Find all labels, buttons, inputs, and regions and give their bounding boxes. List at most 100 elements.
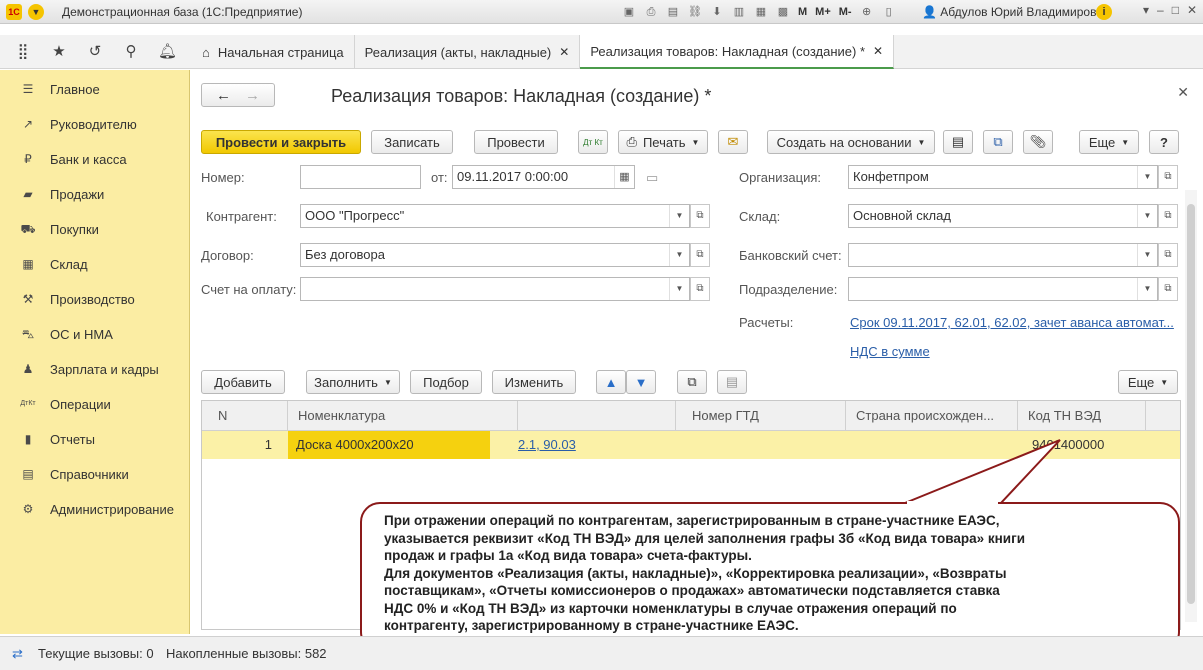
open-division-icon[interactable]: ⧉ — [1158, 277, 1178, 301]
tab-sales-document[interactable]: Реализация товаров: Накладная (создание)… — [580, 35, 895, 69]
history-icon[interactable]: ↺ — [86, 43, 104, 61]
scrollbar-thumb[interactable] — [1187, 204, 1195, 604]
number-field[interactable] — [300, 165, 421, 189]
contractor-field[interactable]: ООО "Прогресс" ▼ — [300, 204, 690, 228]
grid-more-button[interactable]: Еще ▼ — [1118, 370, 1178, 394]
form-scrollbar[interactable] — [1185, 190, 1197, 622]
column-header-country[interactable]: Страна происхожден... — [846, 401, 1018, 431]
current-user[interactable]: 👤 Абдулов Юрий Владимирович — [922, 5, 1109, 19]
link-icon[interactable]: ⛓ — [686, 3, 704, 21]
memory-plus-button[interactable]: M+ — [813, 3, 833, 21]
column-header-n[interactable]: N — [202, 401, 288, 431]
open-invoice-icon[interactable]: ⧉ — [690, 277, 710, 301]
sidebar-item-purchases[interactable]: ⛟ Покупки — [0, 217, 190, 241]
sidebar-item-bank[interactable]: ₽ Банк и касса — [0, 147, 190, 171]
search-icon[interactable]: ⚲ — [122, 43, 140, 61]
back-arrow-icon[interactable]: ← — [216, 87, 231, 104]
pick-button[interactable]: Подбор — [410, 370, 482, 394]
forward-arrow-icon[interactable]: → — [245, 87, 260, 104]
column-header-gtd[interactable]: Номер ГТД — [676, 401, 846, 431]
move-up-icon[interactable]: ▲ — [596, 370, 626, 394]
chevron-down-icon[interactable]: ▼ — [669, 244, 689, 266]
tab-sales-list[interactable]: Реализация (акты, накладные) ✕ — [355, 35, 581, 69]
column-header-tnved[interactable]: Код ТН ВЭД — [1018, 401, 1146, 431]
maximize-icon[interactable]: □ — [1172, 3, 1179, 17]
chevron-down-icon[interactable]: ▼ — [1137, 205, 1157, 227]
sidebar-item-operations[interactable]: ДтКт Операции — [0, 392, 190, 416]
chevron-down-icon[interactable]: ▼ — [1137, 244, 1157, 266]
dt-kt-icon[interactable]: Дт Кт — [578, 130, 608, 154]
save-icon[interactable]: ▣ — [620, 3, 638, 21]
save-button[interactable]: Записать — [371, 130, 453, 154]
attachment-icon[interactable]: 📎︎ — [1023, 130, 1053, 154]
open-contract-icon[interactable]: ⧉ — [690, 243, 710, 267]
panel-icon[interactable]: ▯ — [880, 3, 898, 21]
create-based-on-button[interactable]: Создать на основании ▼ — [767, 130, 935, 154]
sidebar-item-warehouse[interactable]: ▦ Склад — [0, 252, 190, 276]
apps-grid-icon[interactable]: ⣿ — [14, 43, 32, 61]
tab-home[interactable]: ⌂ Начальная страница — [192, 35, 355, 69]
sidebar-item-main[interactable]: ☰ Главное — [0, 77, 190, 101]
organization-field[interactable]: Конфетпром ▼ — [848, 165, 1158, 189]
close-tab-icon[interactable]: ✕ — [873, 44, 883, 58]
favorites-star-icon[interactable]: ★ — [50, 43, 68, 61]
division-field[interactable]: ▼ — [848, 277, 1158, 301]
table-row[interactable]: 1 Доска 4000х200х20 2.1, 90.03 940140000… — [202, 431, 1180, 459]
sidebar-item-admin[interactable]: ⚙ Администрирование — [0, 497, 190, 521]
chevron-down-icon[interactable]: ▼ — [669, 205, 689, 227]
open-warehouse-icon[interactable]: ⧉ — [1158, 204, 1178, 228]
column-header-item[interactable]: Номенклатура — [288, 401, 518, 431]
close-form-icon[interactable]: ✕ — [1177, 84, 1189, 101]
zoom-icon[interactable]: ⊕ — [858, 3, 876, 21]
post-button[interactable]: Провести — [474, 130, 558, 154]
download-icon[interactable]: ⬇ — [708, 3, 726, 21]
open-bank-account-icon[interactable]: ⧉ — [1158, 243, 1178, 267]
close-tab-icon[interactable]: ✕ — [559, 45, 569, 59]
sidebar-item-production[interactable]: ⚒ Производство — [0, 287, 190, 311]
sidebar-item-catalogs[interactable]: ▤ Справочники — [0, 462, 190, 486]
sidebar-item-manager[interactable]: ↗ Руководителю — [0, 112, 190, 136]
cell-gtd[interactable] — [676, 431, 846, 459]
invoice-field[interactable]: ▼ — [300, 277, 690, 301]
column-header-account[interactable] — [518, 401, 676, 431]
sidebar-item-reports[interactable]: ▮ Отчеты — [0, 427, 190, 451]
add-row-button[interactable]: Добавить — [201, 370, 285, 394]
warehouse-field[interactable]: Основной склад ▼ — [848, 204, 1158, 228]
cell-item[interactable]: Доска 4000х200х20 — [288, 431, 490, 459]
help-button[interactable]: ? — [1149, 130, 1179, 154]
settlements-link[interactable]: Срок 09.11.2017, 62.01, 62.02, зачет ава… — [850, 315, 1174, 330]
print-button[interactable]: ⎙ Печать ▼ — [618, 130, 708, 154]
change-button[interactable]: Изменить — [492, 370, 576, 394]
memory-button[interactable]: M — [796, 3, 809, 21]
vat-link[interactable]: НДС в сумме — [850, 344, 930, 359]
chevron-down-icon[interactable]: ▼ — [1137, 278, 1157, 300]
contract-field[interactable]: Без договора ▼ — [300, 243, 690, 267]
dropdown-icon[interactable]: ▾ — [1143, 3, 1149, 17]
more-button[interactable]: Еще ▼ — [1079, 130, 1139, 154]
calculator-icon[interactable]: ▩ — [774, 3, 792, 21]
post-and-close-button[interactable]: Провести и закрыть — [201, 130, 361, 154]
move-down-icon[interactable]: ▼ — [626, 370, 656, 394]
calendar-icon[interactable]: ▦ — [614, 166, 634, 188]
sidebar-item-assets[interactable]: ⛍ ОС и НМА — [0, 322, 190, 346]
document-icon[interactable]: ▥ — [730, 3, 748, 21]
date-field[interactable]: 09.11.2017 0:00:00 ▦ — [452, 165, 635, 189]
bank-account-field[interactable]: ▼ — [848, 243, 1158, 267]
notifications-bell-icon[interactable]: 🔔︎ — [158, 43, 177, 61]
cell-tnved[interactable]: 9401400000 — [1018, 431, 1146, 459]
fill-button[interactable]: Заполнить ▼ — [306, 370, 400, 394]
structure-icon[interactable]: ⧉ — [983, 130, 1013, 154]
sidebar-item-payroll[interactable]: ♟ Зарплата и кадры — [0, 357, 190, 381]
cell-account[interactable]: 2.1, 90.03 — [510, 431, 668, 459]
minimize-icon[interactable]: – — [1157, 3, 1164, 17]
calendar-icon[interactable]: ▦ — [752, 3, 770, 21]
chevron-down-icon[interactable]: ▼ — [1137, 166, 1157, 188]
email-icon[interactable]: ✉ — [718, 130, 748, 154]
preview-icon[interactable]: ▤ — [664, 3, 682, 21]
copy-row-icon[interactable]: ⧉ — [677, 370, 707, 394]
comment-icon[interactable]: ▭ — [646, 170, 658, 186]
open-contractor-icon[interactable]: ⧉ — [690, 204, 710, 228]
memory-minus-button[interactable]: M- — [837, 3, 854, 21]
report-icon[interactable]: ▤ — [943, 130, 973, 154]
chevron-down-icon[interactable]: ▼ — [669, 278, 689, 300]
